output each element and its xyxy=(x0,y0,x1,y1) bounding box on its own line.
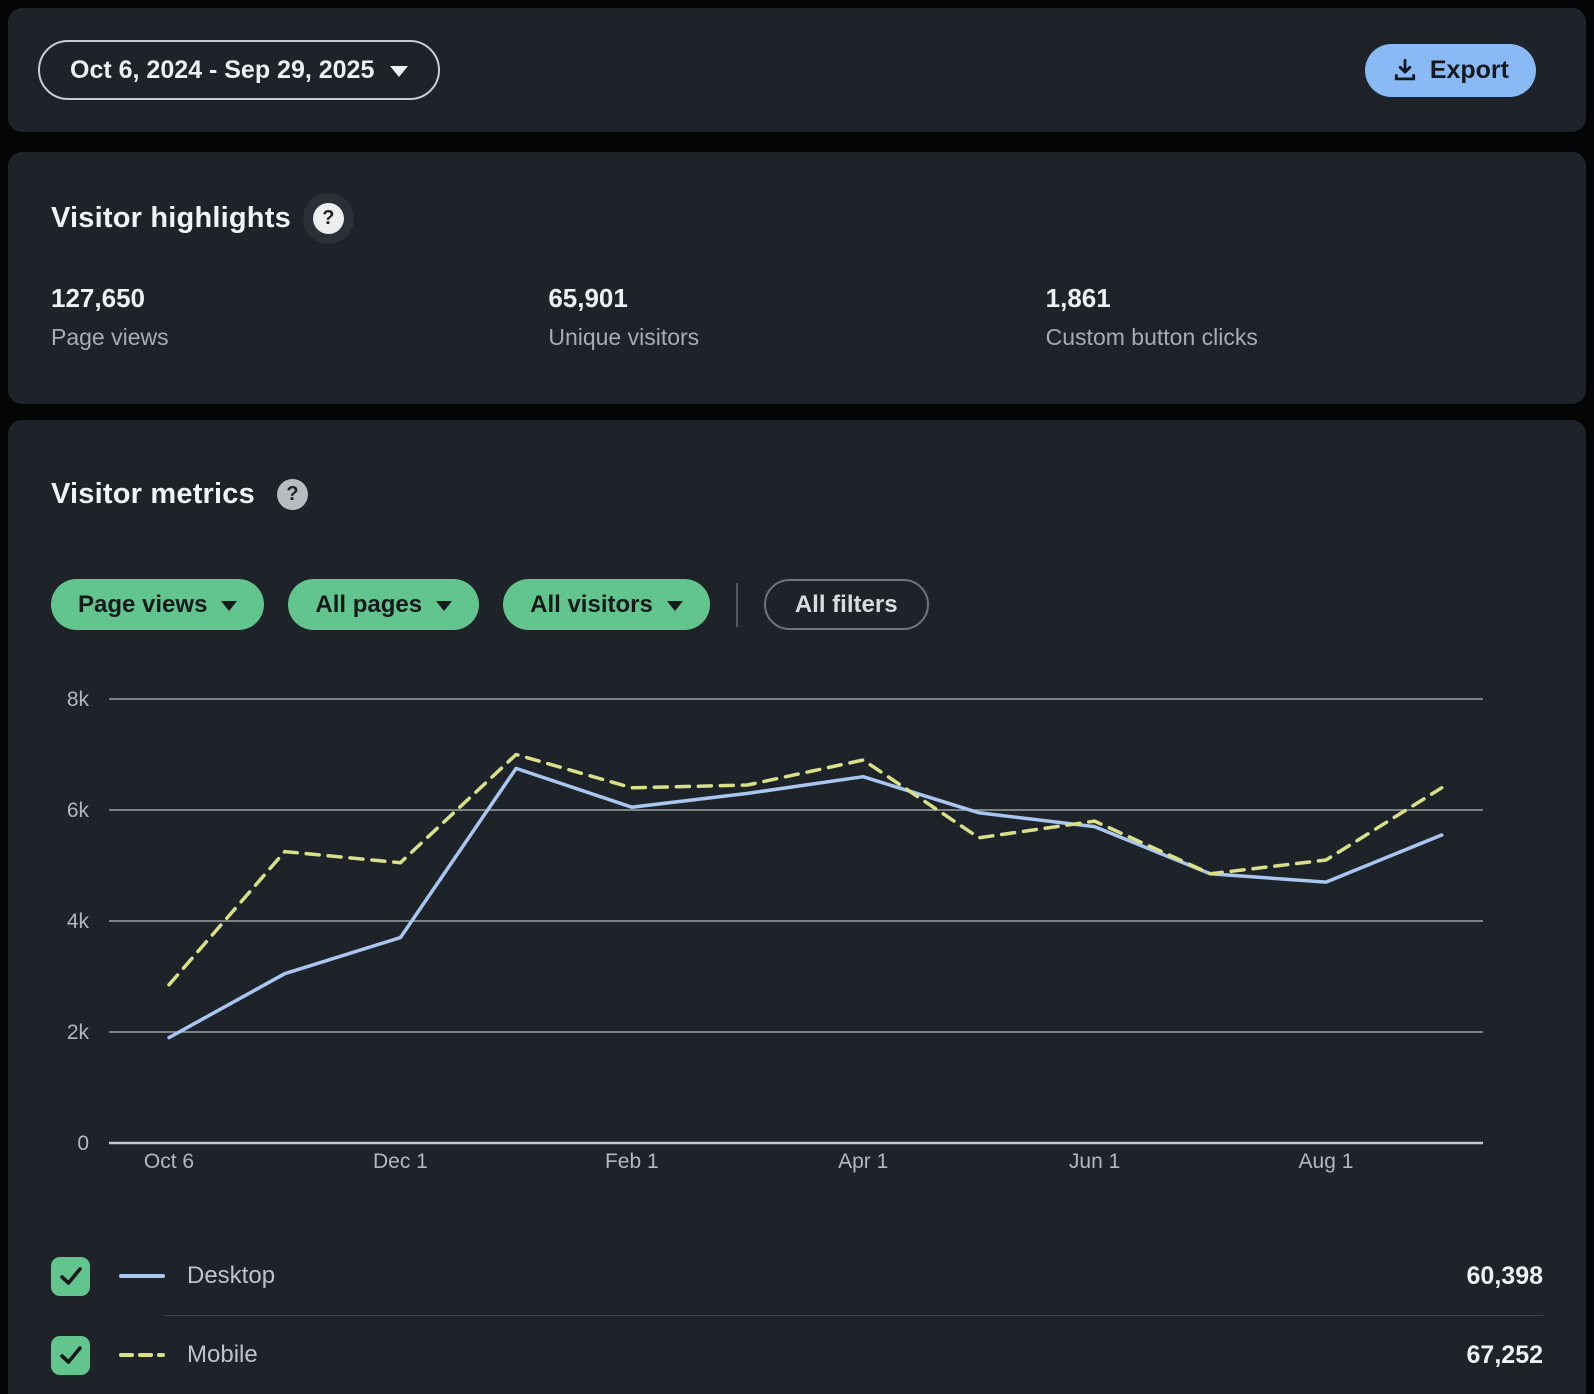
series-checkbox-mobile[interactable] xyxy=(51,1335,90,1375)
chevron-down-icon xyxy=(221,601,238,611)
stat-page-views: 127,650 Page views xyxy=(51,283,548,351)
help-icon[interactable]: ? xyxy=(276,479,308,510)
legend-row-desktop: Desktop 60,398 xyxy=(51,1237,1543,1315)
visitor-metrics-title: Visitor metrics xyxy=(51,478,255,510)
dashed-line-swatch xyxy=(119,1353,165,1357)
legend-total-value: 67,252 xyxy=(1466,1340,1543,1369)
stat-label: Page views xyxy=(51,324,169,350)
solid-line-swatch xyxy=(119,1274,165,1278)
chart-legend: Desktop 60,398 Mobile 67,252 xyxy=(51,1237,1543,1394)
checkmark-icon xyxy=(59,1267,82,1285)
chevron-down-icon xyxy=(436,601,453,611)
filter-metric-dropdown[interactable]: Page views xyxy=(51,579,265,630)
visitor-highlights-card: Visitor highlights ? 127,650 Page views … xyxy=(8,152,1586,404)
x-tick-label: Feb 1 xyxy=(605,1150,659,1173)
filter-visitors-dropdown[interactable]: All visitors xyxy=(503,579,710,630)
stat-unique-visitors: 65,901 Unique visitors xyxy=(548,283,1045,351)
filter-pages-dropdown[interactable]: All pages xyxy=(288,579,480,630)
highlights-stats-row: 127,650 Page views 65,901 Unique visitor… xyxy=(51,283,1543,351)
chevron-down-icon xyxy=(666,601,683,611)
chevron-down-icon xyxy=(390,66,409,77)
all-filters-button[interactable]: All filters xyxy=(763,579,929,630)
stat-label: Unique visitors xyxy=(548,324,700,350)
checkmark-icon xyxy=(59,1346,82,1364)
legend-row-mobile: Mobile 67,252 xyxy=(51,1316,1543,1394)
legend-label: Desktop xyxy=(187,1262,276,1289)
y-tick-label: 6k xyxy=(67,799,90,822)
y-tick-label: 0 xyxy=(77,1132,89,1155)
visitor-metrics-chart[interactable]: 0 2k 4k 6k 8k Oct 6 Dec 1 Feb 1 Apr 1 Jun 1 Aug 1 xyxy=(51,676,1543,1176)
y-tick-label: 4k xyxy=(67,910,90,933)
x-tick-label: Jun 1 xyxy=(1069,1150,1120,1173)
legend-total-value: 60,398 xyxy=(1466,1261,1543,1290)
stat-value: 65,901 xyxy=(548,283,628,313)
all-filters-label: All filters xyxy=(794,590,898,618)
date-range-label: Oct 6, 2024 - Sep 29, 2025 xyxy=(70,55,375,84)
filter-label: All pages xyxy=(315,590,423,618)
y-tick-label: 8k xyxy=(67,688,90,711)
x-tick-label: Dec 1 xyxy=(373,1150,428,1173)
chart-area: 0 2k 4k 6k 8k Oct 6 Dec 1 Feb 1 Apr 1 Jun 1 Aug 1 xyxy=(51,676,1543,1181)
export-button[interactable]: Export xyxy=(1364,43,1536,97)
stat-label: Custom button clicks xyxy=(1045,324,1258,350)
filters-row: Page views All pages All visitors All fi… xyxy=(51,579,1543,630)
toolbar-card: Oct 6, 2024 - Sep 29, 2025 Export xyxy=(8,8,1586,132)
stat-value: 1,861 xyxy=(1045,283,1111,313)
download-icon xyxy=(1394,58,1415,81)
x-tick-label: Oct 6 xyxy=(144,1150,194,1173)
y-tick-label: 2k xyxy=(67,1021,90,1044)
series-checkbox-desktop[interactable] xyxy=(51,1256,90,1296)
filter-label: All visitors xyxy=(530,590,653,618)
x-tick-label: Aug 1 xyxy=(1299,1150,1354,1173)
series-line-desktop xyxy=(167,766,1444,1040)
stat-value: 127,650 xyxy=(51,283,145,313)
x-tick-label: Apr 1 xyxy=(838,1150,888,1173)
visitor-metrics-card: Visitor metrics ? Page views All pages A… xyxy=(8,420,1586,1394)
date-range-selector[interactable]: Oct 6, 2024 - Sep 29, 2025 xyxy=(38,40,441,100)
visitor-highlights-title: Visitor highlights xyxy=(51,202,291,234)
filters-separator xyxy=(735,582,738,627)
filter-label: Page views xyxy=(78,590,208,618)
help-icon[interactable]: ? xyxy=(312,203,344,234)
legend-label: Mobile xyxy=(187,1341,258,1368)
stat-custom-button-clicks: 1,861 Custom button clicks xyxy=(1046,283,1543,351)
export-label: Export xyxy=(1429,55,1509,84)
